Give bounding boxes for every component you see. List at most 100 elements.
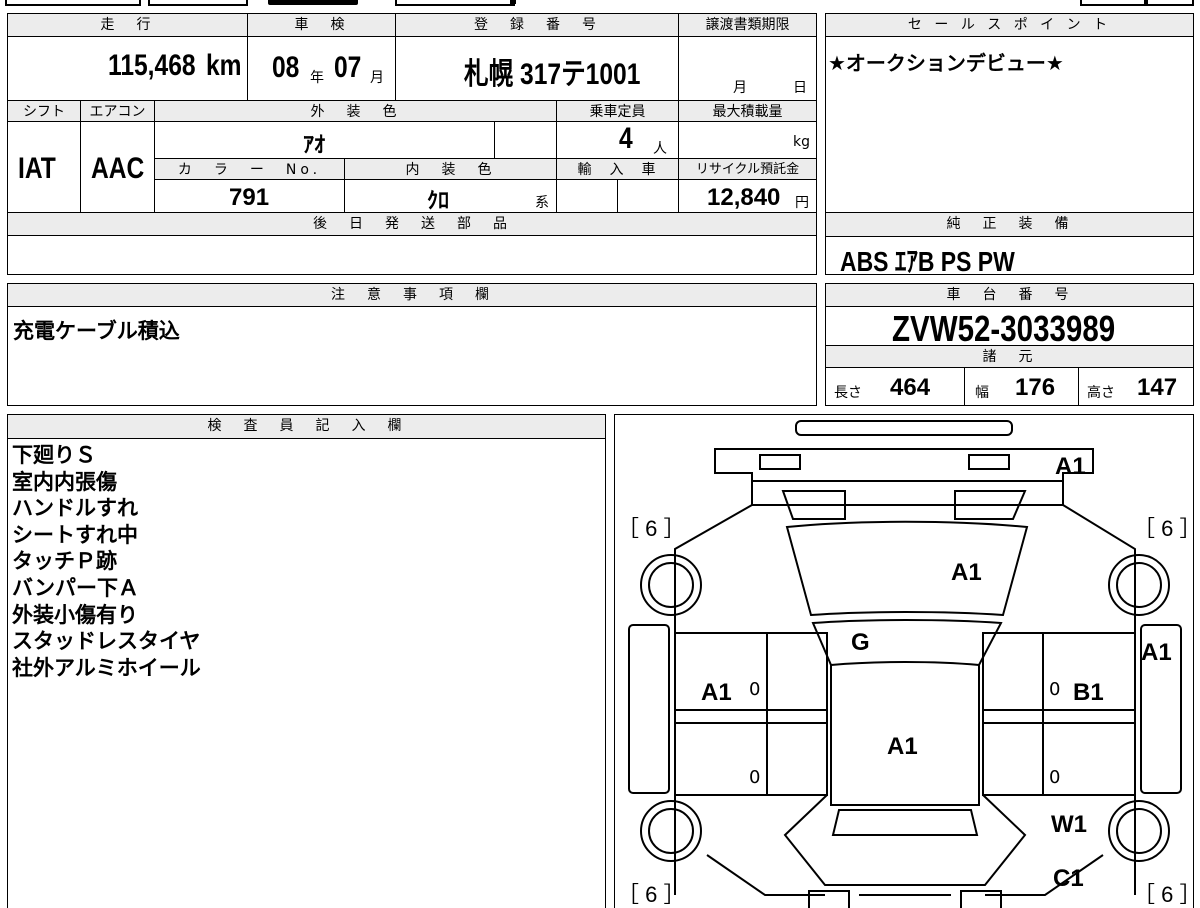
tire-left-rear: ［ 6 ］ (617, 882, 686, 907)
capacity-value: 4 (619, 122, 633, 155)
damage-front-bumper: A1 (1055, 453, 1086, 480)
sales-point-header: セ ー ル ス ポ イ ン ト (825, 13, 1194, 37)
import-cell-1 (556, 179, 618, 213)
max-load-cell: kg (678, 121, 817, 159)
genuine-equipment-value: ABS ｴｱB PS PW (840, 246, 1015, 277)
capacity-header: 乗車定員 (556, 100, 679, 122)
notes-text: 充電ケーブル積込 (13, 319, 180, 343)
height-cell: 高さ 147 (1078, 367, 1194, 406)
chassis-value: ZVW52-3033989 (892, 308, 1116, 349)
height-value: 147 (1137, 374, 1178, 401)
length-value: 464 (890, 374, 931, 401)
chassis-header: 車 台 番 号 (825, 283, 1194, 307)
recycle-cell: 12,840 円 (678, 179, 817, 213)
sales-point-box: ★オークションデビュー★ (825, 36, 1194, 213)
vehicle-info-table: 走 行 車 検 登 録 番 号 譲渡書類期限 115,468 km 08 年 0… (7, 13, 817, 275)
mileage-cell: 115,468 km (7, 36, 248, 101)
transfer-day-unit: 日 (793, 80, 807, 96)
later-parts-header: 後 日 発 送 部 品 (7, 212, 817, 236)
transfer-cell: 月 日 (678, 36, 817, 101)
aircon-header: エアコン (80, 100, 155, 122)
damage-right-front-door: B1 (1073, 679, 1104, 706)
inspection-year-unit: 年 (310, 70, 324, 86)
mileage-unit: km (206, 49, 242, 82)
shift-header: シフト (7, 100, 81, 122)
damage-right-rear-wheel: W1 (1051, 811, 1087, 838)
later-parts-cell (7, 235, 817, 275)
width-value: 176 (1015, 374, 1056, 401)
mileage-header: 走 行 (7, 13, 248, 37)
color-no-value: 791 (229, 184, 270, 211)
recycle-value: 12,840 (707, 184, 781, 211)
inspection-year: 08 (272, 51, 300, 84)
max-load-unit: kg (793, 134, 810, 150)
max-load-header: 最大積載量 (678, 100, 817, 122)
transfer-month-unit: 月 (733, 80, 747, 96)
inspection-header: 車 検 (247, 13, 396, 37)
inspector-notes-header: 検 査 員 記 入 欄 (7, 414, 606, 439)
length-label: 長さ (834, 385, 862, 401)
damage-windshield: G (851, 629, 870, 656)
capacity-unit: 人 (653, 141, 667, 157)
capacity-cell: 4 人 (556, 121, 679, 159)
inspector-note: シートすれ中 (12, 522, 138, 547)
inspector-notes-list: 下廻りＳ 室内内張傷 ハンドルすれ シートすれ中 タッチＰ跡 バンパー下Ａ 外装… (12, 442, 201, 681)
tire-right-front: ［ 6 ］ (1133, 516, 1193, 541)
genuine-equipment-header: 純 正 装 備 (825, 212, 1194, 237)
width-cell: 幅 176 (964, 367, 1079, 406)
notes-box: 充電ケーブル積込 (7, 306, 817, 406)
exterior-color-header: 外 装 色 (154, 100, 557, 122)
aircon-cell: AAC (80, 121, 155, 213)
damage-right-rear-quarter: C1 (1053, 865, 1084, 892)
import-header: 輸 入 車 (556, 158, 679, 180)
damage-right-front-fender: A1 (1141, 639, 1172, 666)
notes-header: 注 意 事 項 欄 (7, 283, 817, 307)
door-marker: 0 (749, 767, 761, 788)
damage-hood: A1 (951, 559, 982, 586)
shift-value: IAT (18, 152, 56, 185)
width-label: 幅 (975, 385, 989, 401)
shift-cell: IAT (7, 121, 81, 213)
top-cutoff-strip (0, 0, 1200, 8)
recycle-unit: 円 (795, 195, 809, 211)
genuine-equipment-box: ABS ｴｱB PS PW (825, 236, 1194, 277)
interior-color-cell: ｸﾛ 系 (344, 179, 557, 214)
aircon-value: AAC (91, 152, 145, 185)
inspector-note: ハンドルすれ (12, 496, 138, 521)
specs-header: 諸 元 (825, 345, 1194, 368)
color-no-cell: 791 (154, 179, 345, 213)
recycle-header: リサイクル預託金 (678, 158, 817, 180)
damage-left-front-door: A1 (701, 679, 732, 706)
registration-header: 登 録 番 号 (395, 13, 679, 37)
vehicle-diagram-panel: ［ 6 ］ ［ 6 ］ ［ 6 ］ ［ 6 ］ A1 A1 G A1 A1 B1… (614, 414, 1194, 908)
length-cell: 長さ 464 (825, 367, 965, 406)
inspector-note: 室内内張傷 (12, 469, 117, 494)
inspector-note: 外装小傷有り (12, 602, 138, 627)
registration-cell: 札幌 317テ1001 (395, 36, 679, 101)
damage-roof: A1 (887, 733, 918, 760)
interior-color-header: 内 装 色 (344, 158, 557, 180)
inspection-cell: 08 年 07 月 (247, 36, 396, 101)
inspector-note: 下廻りＳ (12, 443, 96, 467)
interior-color-suffix: 系 (535, 195, 549, 211)
chassis-box: ZVW52-3033989 (825, 306, 1194, 349)
exterior-color-cell: ｱｵ (154, 121, 495, 159)
door-marker: 0 (1049, 679, 1061, 700)
inspector-notes-box: 下廻りＳ 室内内張傷 ハンドルすれ シートすれ中 タッチＰ跡 バンパー下Ａ 外装… (7, 438, 606, 908)
tire-right-rear: ［ 6 ］ (1133, 882, 1193, 907)
door-marker: 0 (749, 679, 761, 700)
tire-left-front: ［ 6 ］ (617, 516, 686, 541)
inspector-note: 社外アルミホイール (12, 655, 201, 680)
import-cell-2 (617, 179, 679, 213)
exterior-color-value: ｱｵ (303, 133, 326, 158)
vehicle-diagram (628, 420, 1182, 908)
inspector-note: スタッドレスタイヤ (12, 629, 201, 654)
inspector-note: タッチＰ跡 (12, 549, 117, 574)
inspection-month: 07 (334, 51, 362, 84)
color-no-header: カ ラ ー No. (154, 158, 345, 180)
mileage-value: 115,468 (108, 49, 196, 82)
sales-point-text: ★オークションデビュー★ (828, 51, 1064, 75)
interior-color-value: ｸﾛ (427, 189, 450, 214)
transfer-header: 譲渡書類期限 (678, 13, 817, 37)
registration-value: 札幌 317テ1001 (464, 58, 641, 91)
